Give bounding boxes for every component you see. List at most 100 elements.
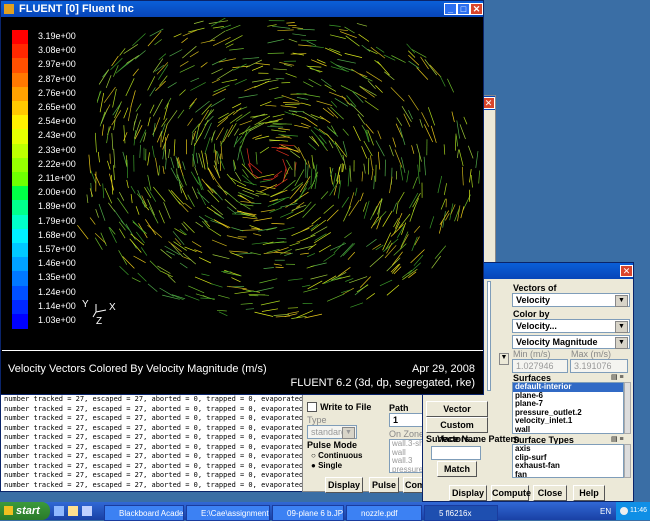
velocity-vector <box>327 210 338 221</box>
velocity-vector <box>171 244 183 257</box>
surfaces-scrollbar[interactable] <box>624 382 631 434</box>
color-by-select[interactable]: Velocity... ▼ <box>512 319 630 333</box>
min-field[interactable]: 1.027946 <box>512 359 568 373</box>
console-line: number tracked = 27, escaped = 27, abort… <box>4 424 303 434</box>
velocity-vector <box>387 258 401 271</box>
velocity-vector <box>256 193 270 195</box>
maximize-icon[interactable]: □ <box>457 3 470 15</box>
start-button[interactable]: start <box>0 502 50 520</box>
velocity-vector <box>370 255 384 267</box>
on-zone-item[interactable]: pressure <box>390 466 424 474</box>
velocity-vector <box>216 180 227 195</box>
velocity-vector <box>219 312 228 316</box>
velocity-vector <box>335 98 348 106</box>
task-pdf[interactable]: nozzle.pdf <box>346 505 422 521</box>
velocity-vector <box>148 76 155 90</box>
velocity-vector <box>111 58 123 70</box>
language-indicator[interactable]: EN <box>600 507 611 516</box>
velocity-vector <box>327 294 344 301</box>
velocity-vector <box>345 53 362 57</box>
match-button[interactable]: Match <box>437 461 477 477</box>
task-paint[interactable]: 09-plane 6 b.JPG - Paint <box>272 505 344 521</box>
surfaces-list[interactable]: default-interiorplane-6plane-7pressure_o… <box>512 382 624 434</box>
surface-type-item[interactable]: exhaust-fan <box>513 462 623 471</box>
velocity-vector <box>333 173 336 187</box>
left-dropdown-icon[interactable]: ▼ <box>499 353 509 365</box>
velocity-vector <box>238 95 257 98</box>
velocity-vector <box>349 192 354 209</box>
velocity-vector <box>158 65 168 80</box>
velocity-vector <box>91 171 96 184</box>
velocity-vector <box>284 168 287 182</box>
velocity-vector <box>148 152 150 165</box>
velocity-vector <box>265 105 276 106</box>
surface-item[interactable]: wall <box>513 426 623 435</box>
vectors-of-select[interactable]: Velocity ▼ <box>512 293 630 307</box>
legend-swatch <box>12 286 28 301</box>
type-select[interactable]: standard ▼ <box>307 425 357 439</box>
velocity-vector <box>212 79 220 83</box>
task-explorer[interactable]: E:\Cae\assignment 2 ... <box>186 505 270 521</box>
min-label: Min (m/s) <box>513 349 551 359</box>
pathlines-display-button[interactable]: Display <box>325 477 363 493</box>
velocity-vector <box>208 168 214 180</box>
legend-swatch <box>12 243 28 258</box>
write-to-file-checkbox[interactable]: Write to File <box>307 401 371 413</box>
velocity-vector <box>457 120 460 138</box>
velocity-vector <box>342 197 349 207</box>
surface-types-scrollbar[interactable] <box>624 444 631 478</box>
velocity-vector <box>133 220 145 233</box>
continuous-radio[interactable]: ○ Continuous <box>311 451 363 460</box>
velocity-vector <box>211 284 222 288</box>
single-radio[interactable]: ● Single <box>311 461 342 470</box>
max-field[interactable]: 3.191076 <box>570 359 628 373</box>
volume-icon[interactable] <box>620 507 628 515</box>
quicklaunch-ie-icon[interactable] <box>54 506 64 516</box>
surface-types-select-all-icon[interactable]: ▤ ≡ <box>611 435 624 443</box>
task-fluent[interactable]: 5 fl6216x <box>424 505 498 521</box>
velocity-vector <box>153 59 163 73</box>
legend-swatch <box>12 115 28 130</box>
surface-types-list[interactable]: axisclip-surfexhaust-fanfan <box>512 444 624 478</box>
vector-options-button[interactable]: Vector Options... <box>426 401 488 417</box>
system-tray: 11:46 <box>616 502 650 520</box>
velocity-vector <box>270 191 282 197</box>
velocity-vector <box>345 27 355 33</box>
fluent-close-icon[interactable]: ✕ <box>470 3 483 15</box>
close-icon[interactable]: ✕ <box>620 265 633 277</box>
legend-label: 2.11e+00 <box>38 173 75 183</box>
fluent-titlebar[interactable]: FLUENT [0] Fluent Inc _ □ ✕ <box>1 1 483 17</box>
task-blackboard[interactable]: Blackboard Academic ... <box>104 505 184 521</box>
velocity-vector <box>365 101 379 111</box>
velocity-vector <box>184 203 191 209</box>
velocity-vector <box>400 234 408 249</box>
minimize-icon[interactable]: _ <box>444 3 457 15</box>
velocity-vector <box>286 23 294 24</box>
velocity-vector <box>194 21 204 24</box>
vectors-display-button[interactable]: Display <box>449 485 487 501</box>
pulse-button[interactable]: Pulse <box>369 477 399 493</box>
velocity-vector <box>130 239 142 253</box>
quicklaunch-desktop-icon[interactable] <box>82 506 92 516</box>
color-by-sub-select[interactable]: Velocity Magnitude ▼ <box>512 335 630 349</box>
path-coarsen-field[interactable]: 1 <box>389 413 425 427</box>
on-zone-list[interactable]: wall.3-shwallwall.3pressure <box>389 439 425 473</box>
velocity-vector <box>148 225 162 238</box>
surfaces-select-all-icon[interactable]: ▤ ≡ <box>611 373 624 381</box>
velocity-vector <box>286 73 297 77</box>
velocity-vector <box>235 172 241 181</box>
vectors-close-button[interactable]: Close <box>533 485 567 501</box>
custom-vectors-button[interactable]: Custom Vectors... <box>426 417 488 433</box>
velocity-vector <box>107 161 110 170</box>
vectors-help-button[interactable]: Help <box>573 485 605 501</box>
quicklaunch-folder-icon[interactable] <box>68 506 78 516</box>
surface-type-item[interactable]: fan <box>513 471 623 479</box>
vectors-compute-button[interactable]: Compute <box>491 485 529 501</box>
velocity-vector <box>213 37 231 45</box>
velocity-vector <box>262 309 278 312</box>
velocity-vector <box>196 153 197 164</box>
velocity-vector <box>303 94 320 97</box>
legend-label: 2.87e+00 <box>38 74 76 84</box>
surface-name-pattern-input[interactable] <box>431 446 481 460</box>
velocity-vector <box>305 314 322 318</box>
